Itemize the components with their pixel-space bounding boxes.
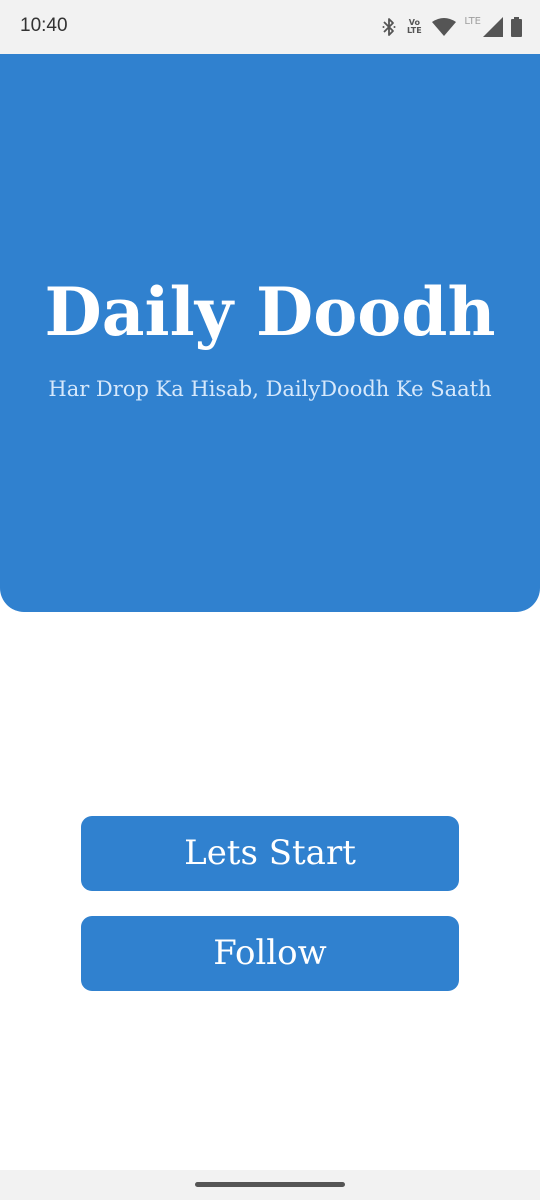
network-type-label: LTE [464,15,481,27]
app-title: Daily Doodh [44,273,496,351]
app-screen: 10:40 Vo LTE LTE Daily Doodh Har Drop Ka… [0,0,540,1200]
app-tagline: Har Drop Ka Hisab, DailyDoodh Ke Saath [48,377,492,401]
status-icons: Vo LTE LTE [382,12,522,42]
follow-button[interactable]: Follow [81,916,459,991]
signal-icon [483,17,503,37]
battery-icon [511,17,522,37]
lets-start-button[interactable]: Lets Start [81,816,459,891]
bluetooth-icon [382,17,396,37]
navigation-bar [0,1170,540,1200]
volte-icon: Vo LTE [404,19,424,35]
wifi-icon [432,18,457,36]
volte-bottom-label: LTE [407,26,422,35]
home-gesture-handle[interactable] [195,1182,345,1187]
hero-banner: Daily Doodh Har Drop Ka Hisab, DailyDood… [0,54,540,612]
status-time: 10:40 [20,15,68,36]
status-bar: 10:40 Vo LTE LTE [0,0,540,54]
